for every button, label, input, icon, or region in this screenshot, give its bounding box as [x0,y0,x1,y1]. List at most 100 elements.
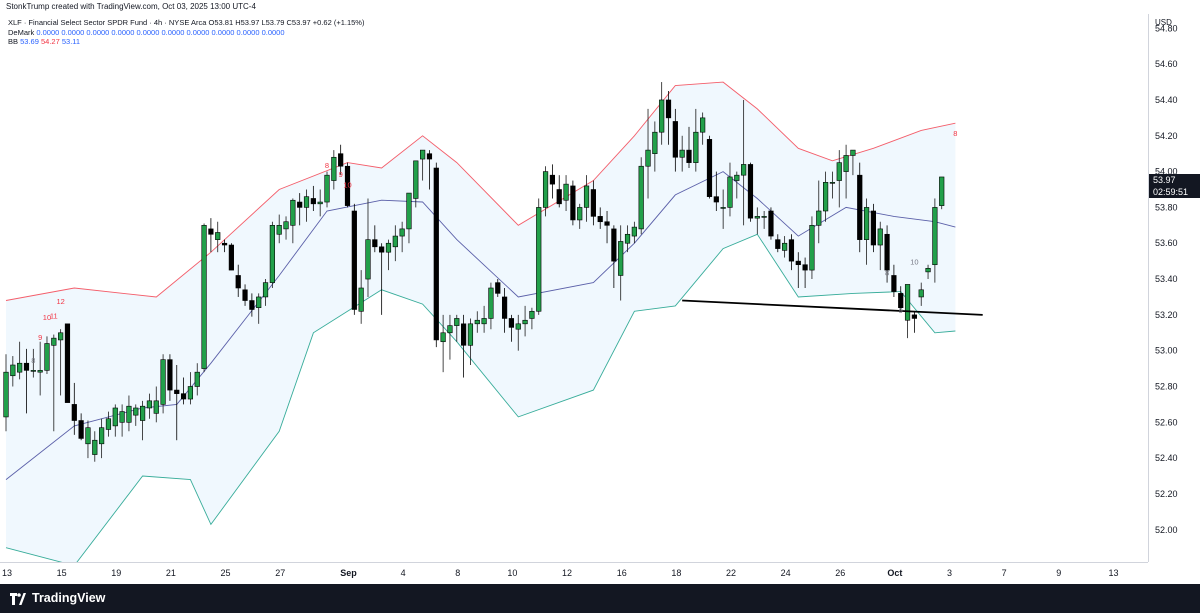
candle [870,203,877,253]
candle-body [583,185,590,208]
time-tick-label: 3 [947,568,952,578]
candle-body [235,275,241,289]
price-tick-label: 54.20 [1155,131,1178,141]
price-tick-label: 53.60 [1155,238,1178,248]
candle-body [105,418,112,430]
time-tick-label: 13 [1108,568,1118,578]
tradingview-logo[interactable]: TradingView [10,591,110,607]
candle-body [515,323,521,330]
candle-body [829,182,836,184]
legend-demark-label: DeMark [8,27,35,37]
price-tick-label: 54.60 [1155,59,1178,69]
candle-body [99,427,105,445]
candle-body [119,411,125,423]
candle [911,311,917,333]
candle-body [365,239,371,280]
tradingview-brand: TradingView [32,591,106,605]
time-tick-label: 9 [1056,568,1061,578]
candle-body [276,225,282,235]
tradingview-logo-icon [10,593,26,605]
time-tick-label: 12 [562,568,572,578]
time-tick-label: 8 [455,568,460,578]
candle [638,157,644,235]
candle-body [850,149,856,156]
candle-body [891,275,897,292]
price-tick-label: 52.60 [1155,417,1178,427]
chart-legend: XLF · Financial Select Sector SPDR Fund … [8,18,364,47]
candle-body [17,362,23,373]
candle-body [208,228,214,235]
demark-count-label: 10 [910,258,918,267]
candle-body [228,244,234,271]
price-tick-label: 54.40 [1155,95,1178,105]
candle-body [638,165,644,230]
candle-body [611,228,617,262]
legend-symbol-row: XLF · Financial Select Sector SPDR Fund … [8,18,364,28]
candle-body [194,371,200,387]
price-tick-label: 53.00 [1155,346,1178,356]
candle-body [174,389,180,394]
price-tick-label: 53.80 [1155,202,1178,212]
candle-body [71,404,77,421]
candle-body [775,239,781,249]
candle-body [215,232,221,240]
candle [857,162,863,253]
candle-body [522,319,528,325]
candle [706,135,713,199]
candle-body [590,189,596,217]
candle-body [37,370,43,373]
candle-body [3,371,9,418]
candle-body [884,233,890,271]
candle-body [604,221,610,226]
candlestick-chart[interactable]: 89101112891089108 [0,14,1148,567]
candle-body [303,196,310,208]
candle-body [372,239,378,248]
candle-body [563,183,569,201]
candle-body [911,314,917,319]
candle-body [58,332,64,341]
candle-body [618,241,624,276]
legend-bb-lower: 53.11 [61,37,81,46]
candle-body [426,153,433,160]
price-axis[interactable]: 54.80 54.60 54.40 54.20 54.00 53.80 53.60 53.40… [1148,14,1200,562]
time-axis-ticks: 13 15 19 21 25 27 Sep 4 8 10 12 16 18 22 24 26 Oct 3 7 9 13 [2,568,1118,578]
price-tick-label: 52.20 [1155,489,1178,499]
candle-body [863,207,870,240]
candle-body [795,260,801,266]
candle-body [85,427,91,445]
legend-ohlc: O53.81 H53.97 L53.79 C53.97 +0.62 (+1.15… [208,18,365,27]
candle-body [331,156,337,181]
candle-body [392,235,398,248]
candle-body [167,359,173,391]
candle-body [290,199,296,226]
candle-body [727,176,733,208]
candle [809,216,815,280]
candle-body [474,319,480,325]
candle-body [10,364,16,377]
candle-body [870,210,877,246]
candle-body [310,198,316,205]
candle-body [809,225,815,271]
candle-body [385,242,392,253]
time-tick-label: 26 [835,568,845,578]
candle-body [133,407,139,416]
candle-body [221,242,228,246]
candle-body [461,323,467,346]
demark-count-label: 8 [325,161,329,170]
legend-demark-values: 0.0000 0.0000 0.0000 0.0000 0.0000 0.000… [36,27,285,37]
time-tick-label: 25 [221,568,231,578]
price-tick-label: 52.80 [1155,381,1178,391]
candle-body [665,99,672,119]
candle-body [529,310,535,319]
candle [549,164,555,199]
time-axis[interactable]: 13 15 19 21 25 27 Sep 4 8 10 12 16 18 22 24 26 Oct 3 7 9 13 [0,562,1148,585]
candle-body [399,228,405,237]
time-tick-label: 24 [781,568,791,578]
candle-body [672,121,678,158]
candle-body [597,216,603,223]
legend-symbol: XLF · Financial Select Sector SPDR Fund … [8,18,207,27]
candle-body [180,393,187,400]
candle-body [23,362,30,371]
chart-plot-area[interactable]: 8 9 10 11 12 8 9 10 8 9 10 8 [0,14,1148,567]
candle-body [768,210,774,237]
